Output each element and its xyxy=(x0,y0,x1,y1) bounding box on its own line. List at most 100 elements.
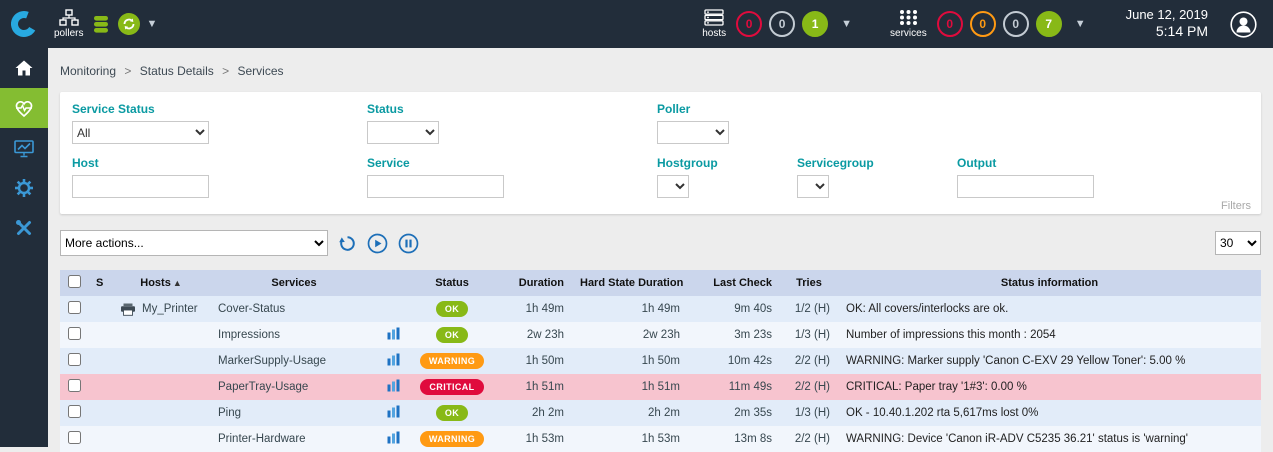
breadcrumb-status-details[interactable]: Status Details xyxy=(140,64,214,78)
row-checkbox[interactable] xyxy=(68,353,81,366)
pause-icon xyxy=(398,233,419,254)
services-chevron-down-icon[interactable]: ▼ xyxy=(1075,18,1086,30)
col-status[interactable]: Status xyxy=(408,270,496,296)
printer-icon xyxy=(120,303,136,316)
row-checkbox[interactable] xyxy=(68,431,81,444)
hard-duration-cell: 1h 53m xyxy=(572,426,688,452)
current-date: June 12, 2019 xyxy=(1126,7,1208,23)
breadcrumb-monitoring[interactable]: Monitoring xyxy=(60,64,116,78)
user-icon xyxy=(1230,11,1257,38)
duration-cell: 1h 53m xyxy=(496,426,572,452)
last-check-cell: 13m 8s xyxy=(688,426,780,452)
host-counter-down[interactable]: 0 xyxy=(736,11,762,37)
host-name[interactable]: My_Printer xyxy=(142,303,198,315)
home-icon xyxy=(14,59,34,77)
status-label: Status xyxy=(367,102,657,116)
last-check-cell: 9m 40s xyxy=(688,296,780,322)
sidebar-item-reporting[interactable] xyxy=(0,128,48,168)
output-label: Output xyxy=(957,156,1249,170)
service-input[interactable] xyxy=(367,175,504,198)
col-tries[interactable]: Tries xyxy=(780,270,838,296)
chevron-down-icon[interactable]: ▼ xyxy=(146,18,157,30)
service-name[interactable]: MarkerSupply-Usage xyxy=(210,348,378,374)
centreon-logo[interactable] xyxy=(0,0,48,48)
host-input[interactable] xyxy=(72,175,209,198)
row-checkbox[interactable] xyxy=(68,301,81,314)
row-checkbox[interactable] xyxy=(68,327,81,340)
pollers-menu[interactable]: pollers xyxy=(54,9,83,39)
current-time: 5:14 PM xyxy=(1126,23,1208,41)
col-hosts[interactable]: Hosts▲ xyxy=(112,270,210,296)
graph-icon[interactable] xyxy=(387,379,400,392)
table-row[interactable]: My_Printer Cover-Status OK 1h 49m 1h 49m… xyxy=(60,296,1261,322)
table-row[interactable]: Printer-Hardware WARNING 1h 53m 1h 53m 1… xyxy=(60,426,1261,452)
sidebar-item-configuration[interactable] xyxy=(0,168,48,208)
sidebar-item-monitoring[interactable] xyxy=(0,88,48,128)
sidebar-item-administration[interactable] xyxy=(0,208,48,248)
services-menu[interactable]: services xyxy=(890,9,927,39)
last-check-cell: 11m 49s xyxy=(688,374,780,400)
page-size-select[interactable]: 30 xyxy=(1215,231,1261,255)
table-row[interactable]: Ping OK 2h 2m 2h 2m 2m 35s 1/3 (H) OK - … xyxy=(60,400,1261,426)
graph-icon[interactable] xyxy=(387,405,400,418)
status-badge: WARNING xyxy=(420,431,484,447)
table-row[interactable]: MarkerSupply-Usage WARNING 1h 50m 1h 50m… xyxy=(60,348,1261,374)
service-name[interactable]: Printer-Hardware xyxy=(210,426,378,452)
tries-cell: 2/2 (H) xyxy=(780,426,838,452)
service-counter-warning[interactable]: 0 xyxy=(970,11,996,37)
graph-icon[interactable] xyxy=(387,327,400,340)
tries-cell: 2/2 (H) xyxy=(780,374,838,400)
more-actions-select[interactable]: More actions... xyxy=(60,230,328,256)
status-info-cell: WARNING: Device 'Canon iR-ADV C5235 36.2… xyxy=(838,426,1261,452)
service-label: Service xyxy=(367,156,657,170)
hosts-status-group: hosts 001 ▼ xyxy=(696,9,858,39)
select-all-checkbox[interactable] xyxy=(68,275,81,288)
service-name[interactable]: Cover-Status xyxy=(210,296,378,322)
services-table-body: My_Printer Cover-Status OK 1h 49m 1h 49m… xyxy=(60,296,1261,452)
status-select[interactable] xyxy=(367,121,439,144)
graph-icon[interactable] xyxy=(387,431,400,444)
service-name[interactable]: Impressions xyxy=(210,322,378,348)
table-row[interactable]: PaperTray-Usage CRITICAL 1h 51m 1h 51m 1… xyxy=(60,374,1261,400)
row-checkbox[interactable] xyxy=(68,405,81,418)
col-services[interactable]: Services xyxy=(210,270,378,296)
breadcrumb-services[interactable]: Services xyxy=(237,64,283,78)
servicegroup-select[interactable] xyxy=(797,175,829,198)
tries-cell: 2/2 (H) xyxy=(780,348,838,374)
service-name[interactable]: PaperTray-Usage xyxy=(210,374,378,400)
duration-cell: 1h 50m xyxy=(496,348,572,374)
service-counter-critical[interactable]: 0 xyxy=(937,11,963,37)
table-row[interactable]: Impressions OK 2w 23h 2w 23h 3m 23s 1/3 … xyxy=(60,322,1261,348)
status-info-cell: OK - 10.40.1.202 rta 5,617ms lost 0% xyxy=(838,400,1261,426)
play-button[interactable] xyxy=(367,233,388,254)
duration-cell: 1h 49m xyxy=(496,296,572,322)
services-table: S Hosts▲ Services Status Duration Hard S… xyxy=(60,270,1261,452)
col-last-check[interactable]: Last Check xyxy=(688,270,780,296)
status-badge: OK xyxy=(436,405,468,421)
col-duration[interactable]: Duration xyxy=(496,270,572,296)
service-status-select[interactable]: All xyxy=(72,121,209,144)
row-checkbox[interactable] xyxy=(68,379,81,392)
pause-button[interactable] xyxy=(398,233,419,254)
graph-icon[interactable] xyxy=(387,353,400,366)
hosts-menu[interactable]: hosts xyxy=(702,9,726,39)
service-counter-ok[interactable]: 7 xyxy=(1036,11,1062,37)
col-hard-state-duration[interactable]: Hard State Duration xyxy=(572,270,688,296)
host-counter-unreachable[interactable]: 0 xyxy=(769,11,795,37)
poller-status-group[interactable]: pollers ▼ xyxy=(48,9,163,39)
host-counter-up[interactable]: 1 xyxy=(802,11,828,37)
services-icon xyxy=(899,9,918,26)
service-name[interactable]: Ping xyxy=(210,400,378,426)
hostgroup-select[interactable] xyxy=(657,175,689,198)
poller-label: Poller xyxy=(657,102,797,116)
poller-select[interactable] xyxy=(657,121,729,144)
col-severity[interactable]: S xyxy=(88,270,112,296)
hosts-chevron-down-icon[interactable]: ▼ xyxy=(841,18,852,30)
refresh-button[interactable] xyxy=(338,234,357,253)
output-input[interactable] xyxy=(957,175,1094,198)
hosts-icon xyxy=(704,9,724,26)
user-menu[interactable] xyxy=(1230,11,1257,38)
service-counter-unknown[interactable]: 0 xyxy=(1003,11,1029,37)
col-status-information[interactable]: Status information xyxy=(838,270,1261,296)
sidebar-item-home[interactable] xyxy=(0,48,48,88)
